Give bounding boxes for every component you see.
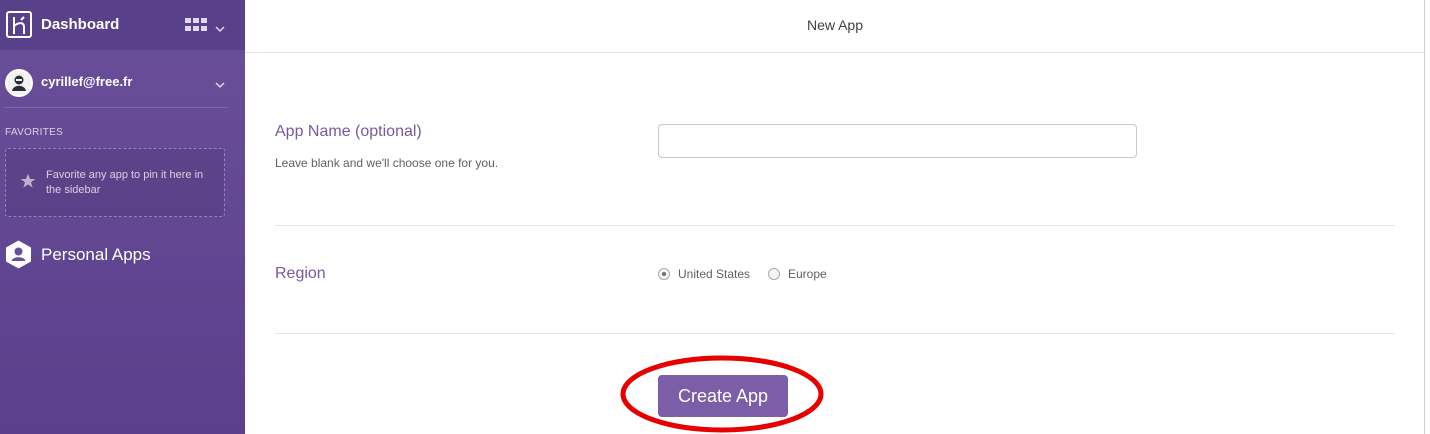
favorites-placeholder: Favorite any app to pin it here in the s…: [46, 169, 204, 196]
sidebar: Dashboard cyrillef@free.fr FAVORITES Fav…: [0, 0, 245, 434]
top-bar: New App: [245, 0, 1425, 53]
personal-apps-label: Personal Apps: [41, 245, 151, 264]
user-hexagon-icon: [5, 240, 32, 274]
app-name-label: App Name (optional): [275, 123, 422, 140]
section-divider: [275, 225, 1395, 226]
favorites-heading: FAVORITES: [5, 127, 64, 138]
dashboard-title[interactable]: Dashboard: [41, 16, 119, 33]
create-app-button[interactable]: Create App: [658, 375, 788, 417]
region-radio-europe[interactable]: [768, 268, 780, 280]
favorites-dropzone: Favorite any app to pin it here in the s…: [5, 148, 225, 217]
section-divider: [275, 333, 1395, 334]
region-radio-united-states[interactable]: [658, 268, 670, 280]
avatar: [5, 69, 33, 97]
region-label: Region: [275, 265, 326, 282]
page-title: New App: [806, 17, 864, 33]
region-option-label[interactable]: Europe: [788, 267, 827, 281]
region-option-label[interactable]: United States: [678, 267, 750, 281]
app-name-input[interactable]: [658, 124, 1137, 158]
grid-icon[interactable]: [185, 18, 209, 37]
star-icon: [20, 173, 36, 194]
sidebar-divider: [5, 107, 227, 108]
main-content: New App App Name (optional) Leave blank …: [245, 0, 1425, 434]
chevron-down-icon[interactable]: [215, 20, 225, 38]
app-name-help: Leave blank and we'll choose one for you…: [275, 156, 499, 170]
chevron-down-icon[interactable]: [215, 76, 225, 94]
account-switcher[interactable]: cyrillef@free.fr: [0, 56, 245, 106]
window-border: [1424, 0, 1425, 434]
heroku-logo-icon[interactable]: [6, 11, 32, 38]
sidebar-header: Dashboard: [0, 0, 245, 50]
app-window: Dashboard cyrillef@free.fr FAVORITES Fav…: [0, 0, 1430, 434]
user-email: cyrillef@free.fr: [41, 74, 133, 89]
